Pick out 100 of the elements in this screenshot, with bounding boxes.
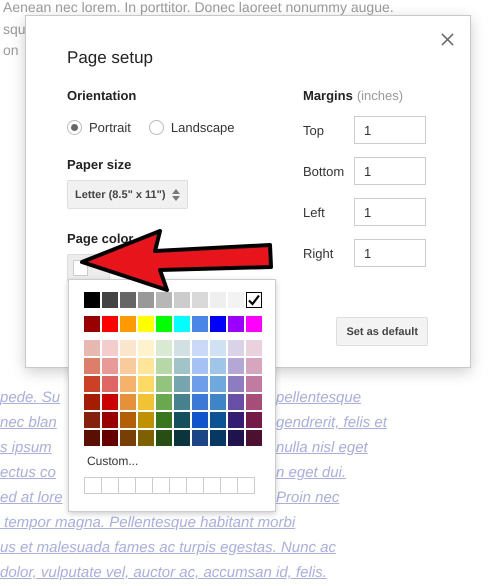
color-swatch[interactable]: [174, 430, 190, 446]
color-swatch[interactable]: [120, 358, 136, 374]
color-swatch[interactable]: [210, 394, 226, 410]
color-swatch[interactable]: [192, 292, 208, 308]
color-swatch[interactable]: [174, 358, 190, 374]
color-swatch[interactable]: [246, 412, 262, 428]
color-swatch[interactable]: [102, 292, 118, 308]
color-swatch[interactable]: [228, 340, 244, 356]
color-swatch[interactable]: [246, 358, 262, 374]
color-swatch[interactable]: [120, 292, 136, 308]
color-swatch[interactable]: [138, 292, 154, 308]
color-swatch[interactable]: [174, 376, 190, 392]
empty-swatch[interactable]: [203, 477, 221, 494]
color-swatch[interactable]: [138, 358, 154, 374]
color-swatch[interactable]: [210, 430, 226, 446]
color-swatch[interactable]: [138, 394, 154, 410]
color-swatch[interactable]: [210, 376, 226, 392]
color-swatch[interactable]: [192, 316, 208, 332]
color-swatch[interactable]: [84, 412, 100, 428]
color-swatch[interactable]: [84, 358, 100, 374]
color-swatch[interactable]: [246, 316, 262, 332]
color-swatch[interactable]: [174, 412, 190, 428]
color-swatch[interactable]: [84, 394, 100, 410]
color-swatch[interactable]: [102, 316, 118, 332]
color-swatch[interactable]: [102, 412, 118, 428]
color-swatch[interactable]: [192, 358, 208, 374]
empty-swatch[interactable]: [101, 477, 119, 494]
empty-swatch[interactable]: [169, 477, 187, 494]
color-swatch[interactable]: [102, 394, 118, 410]
color-swatch[interactable]: [156, 358, 172, 374]
color-swatch[interactable]: [192, 376, 208, 392]
custom-color-option[interactable]: Custom...: [87, 454, 275, 468]
color-swatch[interactable]: [192, 394, 208, 410]
color-swatch[interactable]: [102, 358, 118, 374]
color-swatch[interactable]: [246, 340, 262, 356]
empty-swatch[interactable]: [237, 477, 255, 494]
margin-input[interactable]: 1: [354, 157, 426, 185]
color-swatch[interactable]: [156, 292, 172, 308]
color-swatch[interactable]: [138, 316, 154, 332]
color-swatch[interactable]: [174, 394, 190, 410]
color-swatch[interactable]: [84, 316, 100, 332]
field-label: Top: [303, 122, 325, 138]
color-swatch[interactable]: [246, 430, 262, 446]
dialog-title: Page setup: [67, 48, 154, 68]
empty-swatch[interactable]: [84, 477, 102, 494]
empty-swatch[interactable]: [186, 477, 204, 494]
color-swatch[interactable]: [102, 376, 118, 392]
color-swatch[interactable]: [156, 412, 172, 428]
empty-swatch[interactable]: [152, 477, 170, 494]
close-icon[interactable]: [441, 33, 454, 46]
color-swatch[interactable]: [84, 340, 100, 356]
color-swatch[interactable]: [210, 316, 226, 332]
color-swatch[interactable]: [228, 430, 244, 446]
color-swatch[interactable]: [120, 412, 136, 428]
color-swatch[interactable]: [102, 430, 118, 446]
empty-swatch[interactable]: [118, 477, 136, 494]
color-swatch[interactable]: [174, 316, 190, 332]
color-swatch[interactable]: [120, 430, 136, 446]
color-swatch[interactable]: [228, 376, 244, 392]
color-swatch[interactable]: [246, 292, 262, 308]
color-swatch[interactable]: [84, 376, 100, 392]
margin-input[interactable]: 1: [354, 239, 426, 267]
color-swatch[interactable]: [156, 376, 172, 392]
color-swatch[interactable]: [174, 292, 190, 308]
color-swatch[interactable]: [228, 394, 244, 410]
color-swatch[interactable]: [210, 340, 226, 356]
color-swatch[interactable]: [210, 412, 226, 428]
color-swatch[interactable]: [192, 430, 208, 446]
paper-size-select[interactable]: Letter (8.5" x 11"): [67, 180, 188, 209]
color-swatch[interactable]: [156, 394, 172, 410]
color-swatch[interactable]: [192, 412, 208, 428]
empty-swatch[interactable]: [220, 477, 238, 494]
set-default-button[interactable]: Set as default: [336, 317, 428, 346]
color-swatch[interactable]: [156, 340, 172, 356]
color-swatch[interactable]: [120, 316, 136, 332]
color-swatch[interactable]: [120, 340, 136, 356]
color-swatch[interactable]: [210, 358, 226, 374]
color-swatch[interactable]: [138, 376, 154, 392]
color-swatch[interactable]: [192, 340, 208, 356]
radio-button[interactable]: [148, 120, 164, 135]
color-swatch[interactable]: [174, 340, 190, 356]
color-swatch[interactable]: [138, 430, 154, 446]
color-swatch[interactable]: [120, 376, 136, 392]
margin-input[interactable]: 1: [354, 198, 426, 226]
color-swatch[interactable]: [228, 358, 244, 374]
color-swatch[interactable]: [84, 292, 100, 308]
color-swatch[interactable]: [84, 430, 100, 446]
color-swatch[interactable]: [156, 316, 172, 332]
color-swatch[interactable]: [156, 430, 172, 446]
margin-input[interactable]: 1: [354, 116, 426, 144]
color-swatch[interactable]: [246, 376, 262, 392]
empty-swatch[interactable]: [135, 477, 153, 494]
color-swatch[interactable]: [120, 394, 136, 410]
radio-button[interactable]: [67, 120, 82, 135]
color-swatch[interactable]: [102, 340, 118, 356]
color-swatch[interactable]: [246, 394, 262, 410]
color-swatch[interactable]: [138, 340, 154, 356]
color-swatch[interactable]: [228, 316, 244, 332]
color-swatch[interactable]: [138, 412, 154, 428]
color-swatch[interactable]: [228, 412, 244, 428]
